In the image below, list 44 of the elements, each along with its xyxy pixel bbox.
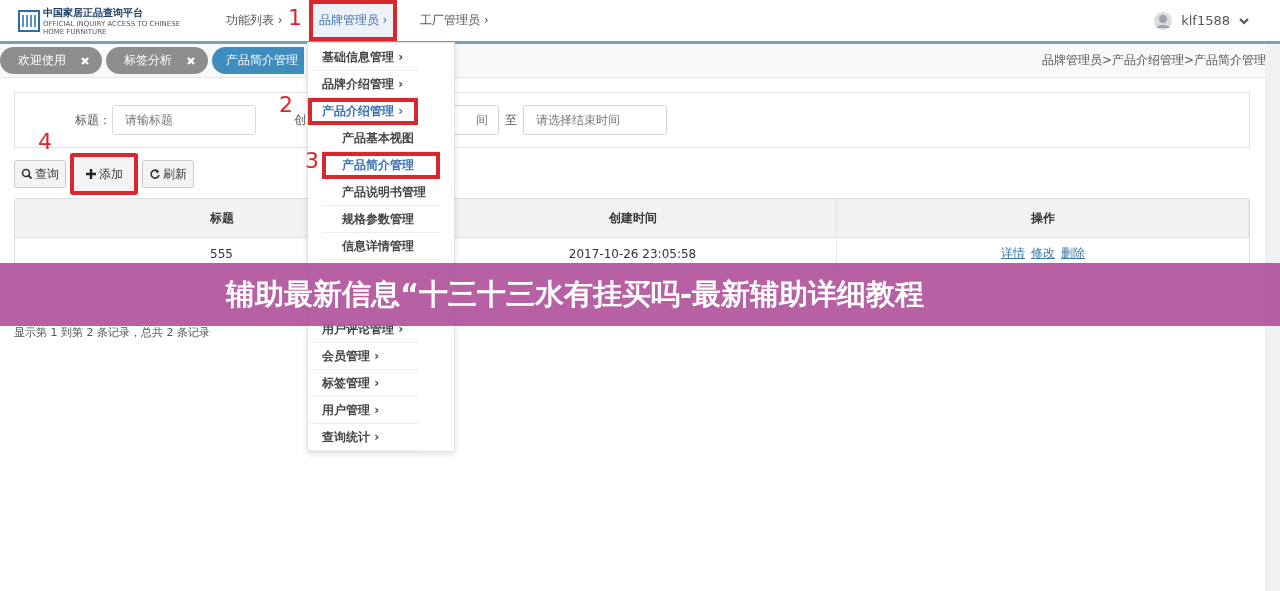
close-icon	[80, 55, 90, 66]
breadcrumb: 品牌管理员>产品介绍管理>产品简介管理	[1041, 52, 1266, 69]
menu-item[interactable]: 产品介绍管理 ›	[308, 98, 418, 125]
menu-item[interactable]: 基础信息管理 ›	[308, 44, 418, 71]
column-header: 操作	[837, 199, 1249, 237]
user-name[interactable]: klf1588	[1181, 13, 1230, 28]
plus-button[interactable]: 添加	[70, 153, 138, 195]
plus-icon	[85, 168, 97, 180]
submenu-item[interactable]: 规格参数管理	[322, 206, 440, 233]
tab[interactable]: 产品简介管理	[212, 47, 304, 74]
title-input[interactable]: 请输标题	[112, 105, 256, 135]
menu-item[interactable]: 查询统计 ›	[308, 424, 418, 451]
menu-item[interactable]: 用户管理 ›	[308, 397, 418, 424]
banner-text: 辅助最新信息“十三十三水有挂买吗-最新辅助详细教程	[226, 275, 925, 313]
menu-item[interactable]: 标签管理 ›	[308, 370, 418, 397]
logo-text: 中国家居正品查询平台	[43, 5, 144, 20]
avatar-icon	[1153, 10, 1174, 31]
submenu-item[interactable]: 产品简介管理	[322, 152, 440, 179]
pagination-info: 显示第 1 到第 2 条记录，总共 2 条记录	[14, 326, 210, 339]
refresh-button[interactable]: 刷新	[142, 160, 194, 188]
menu-item[interactable]: 会员管理 ›	[308, 343, 418, 370]
step-number: 1	[288, 7, 302, 29]
submenu-item[interactable]: 信息详情管理	[322, 233, 440, 260]
nav-menu-item[interactable]: 功能列表 ›	[226, 0, 283, 41]
nav-menu-item[interactable]: 品牌管理员 ›	[308, 0, 398, 41]
close-icon	[186, 55, 196, 66]
nav-menu-item[interactable]: 工厂管理员 ›	[420, 0, 489, 41]
field-label: 至	[505, 111, 517, 129]
end-time-input[interactable]: 请选择结束时间	[523, 105, 667, 135]
action-link[interactable]: 删除	[1061, 245, 1085, 262]
refresh-icon	[149, 168, 161, 180]
search-icon	[21, 168, 33, 180]
search-button[interactable]: 查询	[14, 160, 66, 188]
menu-item[interactable]: 品牌介绍管理 ›	[308, 71, 418, 98]
submenu-item[interactable]: 产品基本视图	[322, 125, 440, 152]
action-link[interactable]: 修改	[1031, 245, 1055, 262]
logo-icon	[18, 9, 40, 32]
step-number: 3	[305, 150, 319, 172]
submenu-item[interactable]: 产品说明书管理	[322, 179, 440, 206]
step-number: 4	[38, 131, 52, 153]
field-label: 创	[294, 111, 306, 129]
field-label: 标题：	[75, 111, 112, 129]
step-number: 2	[279, 94, 293, 116]
action-link[interactable]: 详情	[1001, 245, 1025, 262]
